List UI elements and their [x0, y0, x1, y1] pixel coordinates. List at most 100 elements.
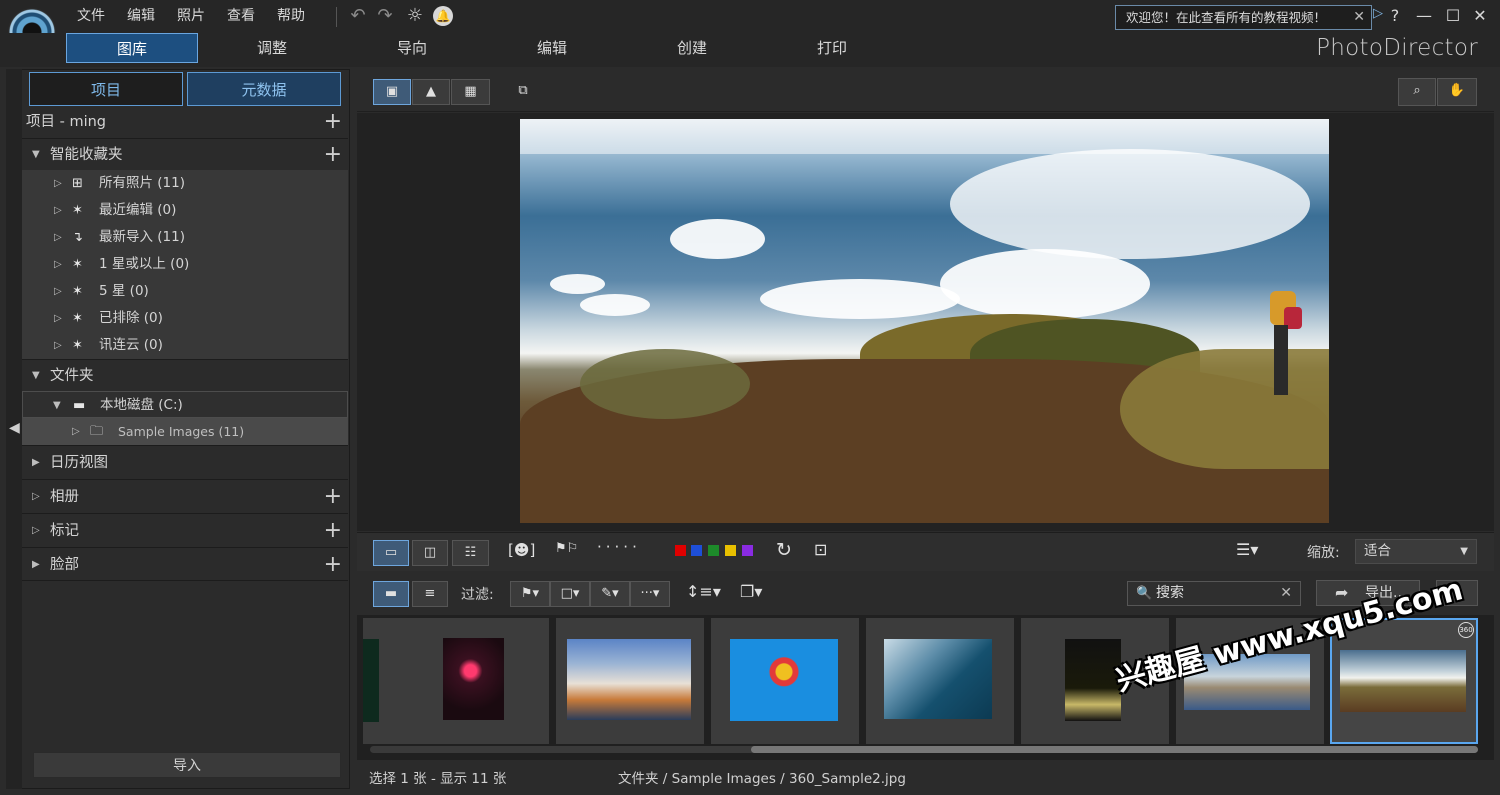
flag-icon[interactable]: ⚑⚐ — [555, 541, 578, 556]
color-filter-button[interactable]: □▾ — [550, 581, 590, 607]
expand-right-icon[interactable]: ▷ — [54, 170, 62, 197]
flag-filter-icon: ⚑▾ — [520, 586, 540, 601]
menu-view[interactable]: 查看 — [216, 0, 266, 33]
import-button[interactable]: 导入 — [33, 752, 341, 778]
pan-tool-button[interactable]: ✋ — [1437, 78, 1477, 106]
undo-icon[interactable]: ↶ — [347, 5, 369, 27]
thumbnail-skateboarder[interactable] — [711, 618, 859, 744]
main-photo[interactable] — [520, 119, 1329, 523]
stack-icon[interactable]: ❐▾ — [740, 582, 762, 601]
color-label-blue[interactable] — [691, 545, 702, 556]
add-face-icon[interactable]: + — [324, 548, 342, 582]
collapse-left-icon[interactable]: ◀ — [9, 420, 20, 436]
thumbnail-ocean-wave[interactable] — [866, 618, 1014, 744]
expand-right-icon[interactable]: ▷ — [54, 278, 62, 305]
list-item[interactable]: ▷ ⊞ 所有照片 (11) — [22, 170, 348, 197]
list-item[interactable]: ▷ ✶ 最近编辑 (0) — [22, 197, 348, 224]
color-label-purple[interactable] — [742, 545, 753, 556]
thumbnail-partial[interactable] — [363, 618, 401, 744]
tab-guided[interactable]: 导向 — [346, 33, 478, 63]
filmstrip-view-button[interactable]: ▬ — [373, 581, 409, 607]
sort-icon[interactable]: ↕≡▾ — [686, 582, 721, 601]
tab-project[interactable]: 项目 — [29, 72, 183, 106]
faces-header[interactable]: ▶ 脸部 + — [22, 547, 348, 581]
tab-library[interactable]: 图库 — [66, 33, 198, 63]
sample-images-folder[interactable]: ▷ 🗀 Sample Images (11) — [22, 418, 348, 445]
magic-wand-icon: ✶ — [72, 203, 83, 218]
add-tag-icon[interactable]: + — [324, 514, 342, 548]
thumbnail-rocket-launch[interactable] — [556, 618, 704, 744]
close-window-button[interactable]: ✕ — [1468, 4, 1492, 28]
calendar-view-header[interactable]: ▶ 日历视图 — [22, 445, 348, 479]
help-icon[interactable]: ? — [1383, 4, 1407, 28]
grid-view-button[interactable]: ▦ — [451, 79, 490, 105]
menu-help[interactable]: 帮助 — [266, 0, 316, 33]
expand-right-icon: ▶ — [32, 559, 40, 570]
color-label-green[interactable] — [708, 545, 719, 556]
zoom-tool-button[interactable]: ⌕ — [1398, 78, 1436, 106]
list-view-button[interactable]: ≡ — [412, 581, 448, 607]
fullscreen-button[interactable]: ⧉ — [507, 79, 539, 105]
tags-header[interactable]: ▷ 标记 + — [22, 513, 348, 547]
minimize-button[interactable]: — — [1412, 4, 1436, 28]
face-tag-icon[interactable]: [☻] — [508, 541, 535, 559]
color-label-red[interactable] — [675, 545, 686, 556]
hierarchy-icon: ⊞ — [72, 176, 83, 191]
multi-layout-button[interactable]: ☷ — [452, 540, 489, 566]
info-panel-icon[interactable]: ☰▾ — [1236, 540, 1258, 559]
add-project-icon[interactable]: + — [324, 106, 342, 138]
expand-right-icon[interactable]: ▷ — [54, 305, 62, 332]
clear-search-icon[interactable]: ✕ — [1280, 582, 1292, 605]
expand-right-icon[interactable]: ▷ — [54, 251, 62, 278]
color-label-yellow[interactable] — [725, 545, 736, 556]
local-disk-item[interactable]: ▼ ▬ 本地磁盘 (C:) — [22, 391, 348, 418]
zoom-label: 缩放: — [1307, 545, 1340, 561]
albums-header[interactable]: ▷ 相册 + — [22, 479, 348, 513]
tab-adjust[interactable]: 调整 — [206, 33, 338, 63]
tab-print[interactable]: 打印 — [766, 33, 898, 63]
single-layout-button[interactable]: ▭ — [373, 540, 409, 566]
redo-icon[interactable]: ↷ — [374, 5, 396, 27]
project-row[interactable]: 项目 - ming + — [22, 106, 348, 138]
tab-create[interactable]: 创建 — [626, 33, 758, 63]
list-item[interactable]: ▷ ✶ 已排除 (0) — [22, 305, 348, 332]
list-item[interactable]: ▷ ✶ 5 星 (0) — [22, 278, 348, 305]
list-item[interactable]: ▷ ✶ 讯连云 (0) — [22, 332, 348, 359]
close-icon[interactable]: ✕ — [1353, 6, 1365, 29]
zoom-dropdown[interactable]: 适合 ▼ — [1355, 539, 1477, 564]
tutorial-notice[interactable]: 欢迎您！在此查看所有的教程视频！ ✕ — [1115, 5, 1372, 30]
tab-edit[interactable]: 编辑 — [486, 33, 618, 63]
expand-down-icon[interactable]: ▼ — [53, 392, 61, 419]
rotate-icon[interactable]: ↻ — [776, 539, 792, 561]
crop-info-icon[interactable]: ⊡ — [814, 540, 827, 559]
menu-file[interactable]: 文件 — [66, 0, 116, 33]
tab-metadata[interactable]: 元数据 — [187, 72, 341, 106]
search-input[interactable]: 🔍 搜索 ✕ — [1127, 581, 1301, 606]
expand-right-icon[interactable]: ▷ — [72, 418, 80, 445]
notification-bell-icon[interactable]: 🔔 — [433, 6, 453, 26]
smart-collections-header[interactable]: ▼ 智能收藏夹 + — [22, 138, 348, 170]
edit-filter-button[interactable]: ✎▾ — [590, 581, 630, 607]
compare-layout-button[interactable]: ◫ — [412, 540, 448, 566]
browser-view-button[interactable]: ▣ — [373, 79, 411, 105]
expand-right-icon[interactable]: ▷ — [54, 197, 62, 224]
filmstrip-scrollbar[interactable] — [751, 746, 1478, 753]
menu-photo[interactable]: 照片 — [166, 0, 216, 33]
menu-edit[interactable]: 编辑 — [116, 0, 166, 33]
flag-filter-button[interactable]: ⚑▾ — [510, 581, 550, 607]
add-smart-collection-icon[interactable]: + — [324, 139, 342, 171]
single-view-button[interactable]: ▲ — [412, 79, 450, 105]
grid-icon: ▦ — [464, 84, 477, 99]
expand-right-icon: ▷ — [32, 525, 40, 536]
expand-right-icon[interactable]: ▷ — [54, 224, 62, 251]
thumbnail-neon-sign[interactable] — [401, 618, 549, 744]
folders-header[interactable]: ▼ 文件夹 — [22, 359, 348, 391]
add-album-icon[interactable]: + — [324, 480, 342, 514]
list-item[interactable]: ▷ ✶ 1 星或以上 (0) — [22, 251, 348, 278]
settings-icon[interactable]: ☼ — [404, 5, 426, 27]
expand-right-icon[interactable]: ▷ — [54, 332, 62, 359]
rating-filter-button[interactable]: ···▾ — [630, 581, 670, 607]
star-rating-dots[interactable]: ····· — [597, 538, 641, 556]
list-item[interactable]: ▷ ↴ 最新导入 (11) — [22, 224, 348, 251]
maximize-button[interactable]: ☐ — [1441, 4, 1465, 28]
